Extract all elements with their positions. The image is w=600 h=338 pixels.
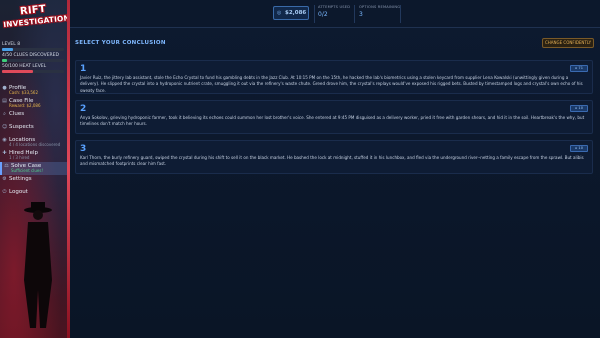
sidebar-nav: ● Profile Cash: $33,562 ▤ Case File Reward: $…	[0, 84, 67, 201]
heat-bar	[2, 70, 64, 73]
sidebar-item-sublabel: 1 / 3 hired	[9, 155, 30, 160]
conclusion-card-3[interactable]: 3 ⌂ 10 Karl Thorn, the burly refinery gu…	[75, 140, 593, 174]
gear-icon: ⚙	[2, 176, 7, 182]
sidebar-item-label: Logout	[9, 189, 28, 195]
options-value: 3	[359, 11, 363, 18]
attempts-value: 0/2	[318, 11, 328, 18]
sidebar-item-profile[interactable]: ● Profile Cash: $33,562	[0, 84, 67, 97]
sidebar-item-label: Settings	[9, 176, 32, 182]
page-title: SELECT YOUR CONCLUSION	[75, 40, 166, 46]
detective-silhouette	[24, 202, 52, 328]
sidebar-item-sublabel: Reward: $2,086	[9, 103, 41, 108]
main-panel: ◎ $2,086 ATTEMPTS USED 0/2 OPTIONS REMAI…	[70, 0, 600, 338]
sidebar-item-label: Suspects	[9, 124, 34, 130]
coin-icon: ◎	[277, 10, 282, 16]
conclusion-card-1[interactable]: 1 ⌂ 71 Javier Ruiz, the jittery lab assi…	[75, 60, 593, 94]
pin-icon: ◉	[2, 137, 7, 143]
sidebar-item-sublabel: Cash: $33,562	[9, 90, 39, 95]
sidebar-item-sublabel: Sufficient clues!	[11, 168, 44, 173]
sidebar-item-label: Clues	[9, 111, 25, 117]
conclusion-card-2[interactable]: 2 ⌂ 10 Anya Sokolov, grieving hydroponic…	[75, 100, 593, 134]
divider	[400, 5, 401, 23]
sidebar-item-suspects[interactable]: ☺ Suspects	[0, 123, 67, 136]
level-bar	[2, 48, 64, 51]
fingerprint-badge[interactable]: ⌂ 10	[570, 105, 588, 112]
options-label: OPTIONS REMAINING	[359, 5, 401, 9]
reward-value: $2,086	[285, 10, 307, 16]
change-confidently-button[interactable]: CHANGE CONFIDENTLY	[542, 38, 594, 48]
handshake-icon: ✚	[2, 150, 7, 156]
attempts-label: ATTEMPTS USED	[318, 5, 351, 9]
sidebar-item-settings[interactable]: ⚙ Settings	[0, 175, 67, 188]
fingerprint-badge[interactable]: ⌂ 10	[570, 145, 588, 152]
gavel-icon: ⚖	[4, 163, 9, 169]
folder-icon: ▤	[2, 98, 7, 104]
sidebar-item-hired-help[interactable]: ✚ Hired Help 1 / 3 hired	[0, 149, 67, 162]
player-stats: LEVEL 8 4/50 CLUES DISCOVERED 50/100 HEA…	[2, 42, 64, 75]
conclusion-text: Karl Thorn, the burly refinery guard, sw…	[80, 155, 584, 167]
divider	[314, 5, 315, 23]
sidebar: RIFT INVESTIGATIONS LEVEL 8 4/50 CLUES D…	[0, 0, 70, 338]
fingerprint-badge[interactable]: ⌂ 71	[570, 65, 588, 72]
user-icon: ●	[2, 85, 7, 91]
sidebar-item-clues[interactable]: ⌕ Clues	[0, 110, 67, 123]
divider	[354, 5, 355, 23]
magnifier-icon: ⌕	[3, 111, 6, 117]
sidebar-item-solve-case[interactable]: ⚖ Solve Case Sufficient clues!	[0, 162, 67, 175]
conclusion-number: 1	[80, 64, 87, 74]
conclusion-number: 3	[80, 144, 87, 154]
clues-bar	[2, 59, 64, 62]
conclusion-text: Javier Ruiz, the jittery lab assistant, …	[80, 75, 583, 93]
sidebar-item-locations[interactable]: ◉ Locations 4 / 4 locations discovered	[0, 136, 67, 149]
users-icon: ☺	[2, 124, 8, 130]
level-label: LEVEL 8	[2, 42, 21, 47]
top-status-bar: ◎ $2,086 ATTEMPTS USED 0/2 OPTIONS REMAI…	[70, 0, 600, 28]
reward-display: ◎ $2,086	[273, 6, 309, 20]
heat-label: 50/100 HEAT LEVEL	[2, 64, 47, 69]
change-button-label: CHANGE CONFIDENTLY	[544, 40, 592, 45]
app-logo: RIFT INVESTIGATIONS	[2, 2, 70, 38]
options-stat: OPTIONS REMAINING 3	[359, 5, 400, 23]
conclusion-text: Anya Sokolov, grieving hydroponic farmer…	[80, 115, 585, 127]
conclusion-number: 2	[80, 104, 87, 114]
sidebar-item-case-file[interactable]: ▤ Case File Reward: $2,086	[0, 97, 67, 110]
sidebar-item-sublabel: 4 / 4 locations discovered	[9, 142, 61, 147]
attempts-stat: ATTEMPTS USED 0/2	[318, 5, 350, 23]
clues-progress-label: 4/50 CLUES DISCOVERED	[2, 53, 59, 58]
logout-icon: ⏻	[2, 189, 7, 195]
